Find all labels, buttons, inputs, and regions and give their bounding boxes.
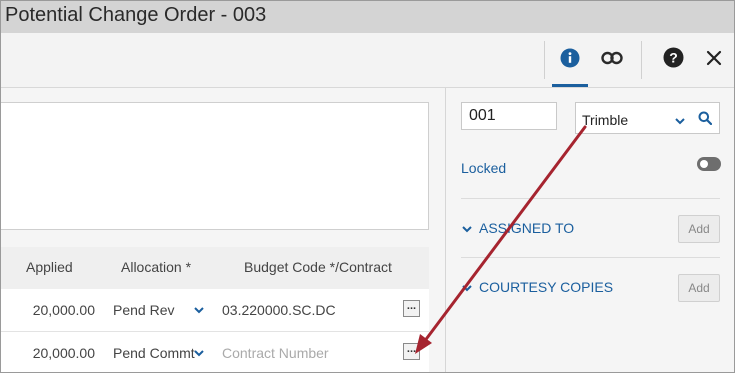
link-icon [601,51,623,70]
locked-label: Locked [461,160,507,176]
table-row: 20,000.00 Pend Rev 03.220000.SC.DC ... [1,289,429,332]
contract-lookup-button[interactable]: ... [403,343,420,360]
help-button[interactable]: ? [653,33,693,87]
number-field[interactable]: 001 [461,102,557,130]
company-select[interactable]: Trimble [575,102,720,134]
allocation-select[interactable]: Pend Commt [113,345,195,361]
chevron-down-icon[interactable] [674,113,686,131]
toolbar: ? [1,33,734,88]
description-textarea[interactable] [1,102,429,230]
search-icon[interactable] [698,111,713,130]
title-bar: Potential Change Order - 003 [1,1,734,33]
header-applied: Applied [26,259,73,275]
close-button[interactable] [694,33,734,87]
budget-lookup-button[interactable]: ... [403,300,420,317]
left-pane: Applied Allocation * Budget Code */Contr… [1,88,446,372]
courtesy-copies-label: COURTESY COPIES [479,279,614,295]
applied-value: 20,000.00 [32,302,95,318]
divider [461,257,720,258]
header-allocation: Allocation * [121,259,192,275]
contract-number-input[interactable]: Contract Number [222,345,329,361]
details-pane: 001 Trimble Locked ASSIGNED TO Add COURT… [446,88,734,372]
table-row: 20,000.00 Pend Commt Contract Number ... [1,332,429,372]
toolbar-divider [544,41,545,79]
info-icon [560,48,580,73]
svg-text:?: ? [669,50,678,66]
assigned-to-add-button[interactable]: Add [678,215,720,243]
locked-toggle[interactable] [697,157,721,171]
assigned-to-section-toggle[interactable]: ASSIGNED TO [461,220,574,237]
courtesy-copies-section-toggle[interactable]: COURTESY COPIES [461,279,613,296]
chevron-down-icon [461,280,473,296]
help-icon: ? [663,47,684,73]
pco-dialog: Potential Change Order - 003 ? Applied A… [0,0,735,373]
company-value: Trimble [582,112,629,128]
grid-header: Applied Allocation * Budget Code */Contr… [1,247,429,290]
dialog-title: Potential Change Order - 003 [5,4,267,26]
assigned-to-label: ASSIGNED TO [479,220,575,236]
close-icon [706,50,722,71]
info-tab[interactable] [550,33,590,87]
toolbar-divider [641,41,642,79]
divider [461,198,720,199]
chevron-down-icon[interactable] [193,345,205,363]
link-tab[interactable] [592,33,632,87]
courtesy-copies-add-button[interactable]: Add [678,274,720,302]
applied-value: 20,000.00 [32,345,95,361]
chevron-down-icon[interactable] [193,302,205,320]
allocation-select[interactable]: Pend Rev [113,302,174,318]
header-budget-code: Budget Code */Contract [244,259,392,275]
budget-code-value[interactable]: 03.220000.SC.DC [222,302,336,318]
chevron-down-icon [461,221,473,237]
